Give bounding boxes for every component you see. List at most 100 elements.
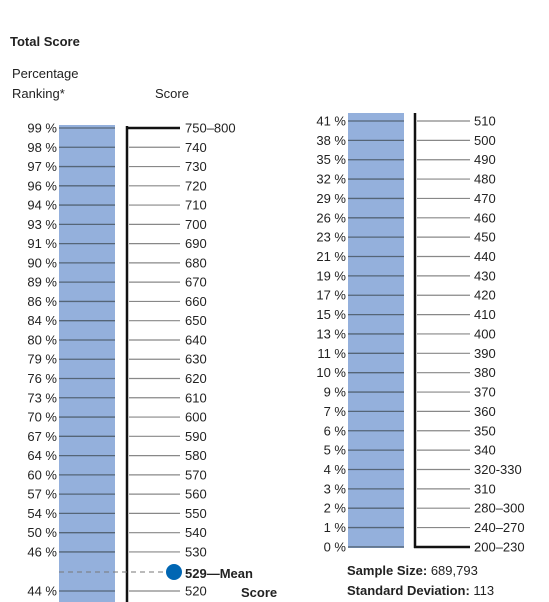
sample-size: Sample Size: 689,793 — [347, 563, 478, 578]
percentage-label: 23 % — [316, 230, 346, 245]
score-label: 420 — [474, 288, 496, 303]
score-label: 200–230 — [474, 539, 525, 554]
left-bar — [59, 125, 115, 602]
score-label: 530 — [185, 544, 207, 559]
percentage-label: 84 % — [27, 313, 57, 328]
percentage-label: 11 % — [317, 346, 346, 361]
score-label: 310 — [474, 481, 496, 496]
score-label: 490 — [474, 152, 496, 167]
percentage-label: 57 % — [27, 487, 57, 502]
score-label: 610 — [185, 390, 207, 405]
percentage-label: 98 % — [27, 140, 57, 155]
percentage-label: 29 % — [316, 191, 346, 206]
score-label: 500 — [474, 133, 496, 148]
score-label: 750–800 — [185, 121, 236, 136]
score-label: 580 — [185, 448, 207, 463]
percentage-label: 17 % — [316, 288, 346, 303]
percentage-label: 80 % — [27, 332, 57, 347]
score-label: 440 — [474, 249, 496, 264]
right-bar — [348, 113, 404, 548]
percentage-label: 73 % — [27, 390, 57, 405]
percentage-label: 9 % — [324, 385, 347, 400]
header-percentage: Percentage — [12, 66, 79, 81]
percentage-label: 86 % — [27, 294, 57, 309]
score-label: 630 — [185, 352, 207, 367]
score-label: 650 — [185, 313, 207, 328]
mean-label: 529—Mean — [185, 566, 253, 581]
score-label: 240–270 — [474, 520, 525, 535]
percentage-label: 96 % — [27, 178, 57, 193]
percentage-label: 91 % — [27, 236, 57, 251]
percentage-label: 70 % — [27, 410, 57, 425]
header-ranking: Ranking* — [12, 86, 65, 101]
percentage-label: 7 % — [324, 404, 347, 419]
percentage-label: 5 % — [324, 443, 347, 458]
percentage-label: 21 % — [316, 249, 346, 264]
percentage-label: 97 % — [27, 159, 57, 174]
percentage-label: 4 % — [324, 462, 347, 477]
score-label: 280–300 — [474, 501, 525, 516]
score-label: 450 — [474, 230, 496, 245]
percentage-label: 64 % — [27, 448, 57, 463]
score-label: 570 — [185, 467, 207, 482]
percentage-label: 46 % — [27, 544, 57, 559]
score-label: 720 — [185, 178, 207, 193]
score-label: 680 — [185, 255, 207, 270]
score-label: 600 — [185, 410, 207, 425]
score-label: 350 — [474, 423, 496, 438]
score-label: 360 — [474, 404, 496, 419]
percentage-label: 15 % — [316, 307, 346, 322]
standard-deviation: Standard Deviation: 113 — [347, 583, 494, 598]
percentage-label: 60 % — [27, 467, 57, 482]
score-label: 740 — [185, 140, 207, 155]
percentage-label: 76 % — [27, 371, 57, 386]
percentage-label: 3 % — [324, 481, 347, 496]
score-label: 460 — [474, 210, 496, 225]
score-label: 690 — [185, 236, 207, 251]
score-label: 370 — [474, 385, 496, 400]
percentage-label: 44 % — [27, 584, 57, 599]
percentage-label: 1 % — [324, 520, 347, 535]
score-label: 590 — [185, 429, 207, 444]
percentage-label: 32 % — [316, 172, 346, 187]
score-chart: Total Score Percentage Ranking* Score 99 % 75… — [10, 34, 525, 602]
score-label: 620 — [185, 371, 207, 386]
percentage-label: 38 % — [316, 133, 346, 148]
percentage-label: 10 % — [316, 365, 346, 380]
percentage-label: 79 % — [27, 352, 57, 367]
mean-label-score: Score — [241, 585, 277, 600]
percentage-label: 41 % — [316, 114, 346, 129]
percentage-label: 54 % — [27, 506, 57, 521]
percentage-label: 99 % — [27, 121, 57, 136]
score-label: 640 — [185, 332, 207, 347]
score-label: 550 — [185, 506, 207, 521]
percentage-label: 13 % — [316, 326, 346, 341]
score-label: 700 — [185, 217, 207, 232]
score-label: 400 — [474, 326, 496, 341]
percentage-label: 94 % — [27, 198, 57, 213]
score-label: 730 — [185, 159, 207, 174]
percentage-label: 26 % — [316, 210, 346, 225]
mean-marker — [166, 564, 182, 580]
score-label: 320-330 — [474, 462, 522, 477]
percentage-label: 90 % — [27, 255, 57, 270]
score-label: 520 — [185, 584, 207, 599]
percentage-label: 35 % — [316, 152, 346, 167]
score-label: 540 — [185, 525, 207, 540]
percentage-label: 19 % — [316, 268, 346, 283]
percentage-label: 50 % — [27, 525, 57, 540]
chart-title: Total Score — [10, 34, 80, 49]
percentage-label: 0 % — [324, 539, 347, 554]
percentage-label: 67 % — [27, 429, 57, 444]
score-label: 470 — [474, 191, 496, 206]
percentage-label: 6 % — [324, 423, 347, 438]
score-label: 710 — [185, 198, 207, 213]
score-label: 390 — [474, 346, 496, 361]
percentage-label: 93 % — [27, 217, 57, 232]
score-label: 380 — [474, 365, 496, 380]
score-label: 430 — [474, 268, 496, 283]
score-label: 670 — [185, 275, 207, 290]
score-label: 510 — [474, 114, 496, 129]
score-label: 340 — [474, 443, 496, 458]
percentage-label: 89 % — [27, 275, 57, 290]
